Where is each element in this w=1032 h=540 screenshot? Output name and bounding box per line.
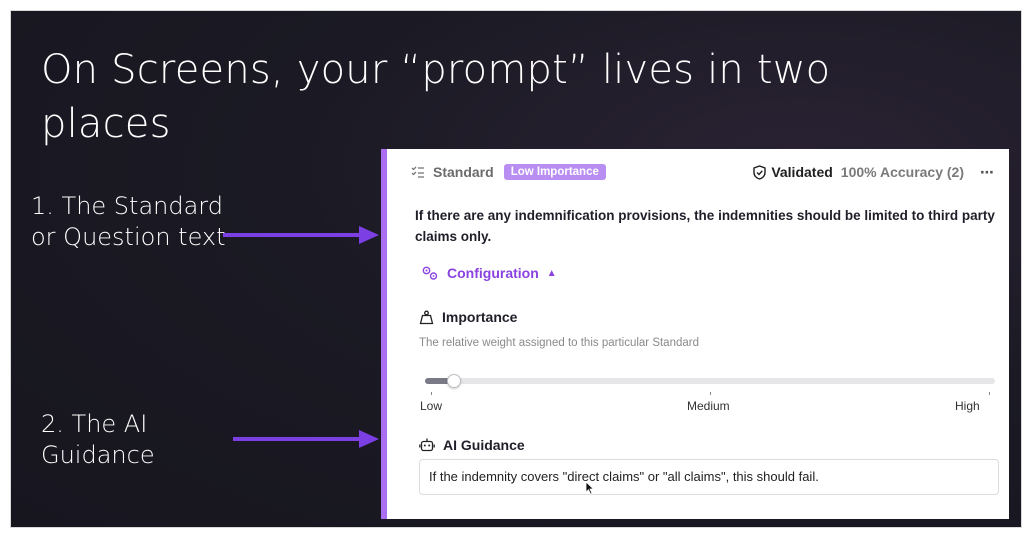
robot-icon	[419, 438, 435, 451]
annotation-ai-guidance: 2. The AI Guidance	[41, 410, 155, 469]
slider-label-high: High	[955, 399, 980, 413]
shield-check-icon	[753, 164, 767, 180]
slider-tick-low	[431, 392, 432, 395]
ai-guidance-heading: AI Guidance	[419, 437, 525, 453]
chevron-up-icon: ▲	[546, 267, 557, 279]
more-options-icon[interactable]: ⋯	[980, 164, 995, 181]
ai-guidance-input[interactable]: If the indemnity covers "direct claims" …	[419, 459, 999, 495]
slide: On Screens, your “prompt” lives in two p…	[10, 10, 1022, 528]
importance-slider-thumb[interactable]	[447, 374, 461, 388]
slide-title: On Screens, your “prompt” lives in two p…	[41, 47, 831, 147]
mouse-cursor-icon	[585, 481, 595, 495]
importance-slider[interactable]	[425, 374, 995, 388]
panel-header: Standard Low Importance Validated 100% A…	[411, 161, 995, 183]
standard-panel: Standard Low Importance Validated 100% A…	[381, 149, 1009, 519]
accuracy-label: 100% Accuracy (2)	[840, 164, 964, 180]
importance-heading: Importance	[419, 309, 517, 325]
arrow-right-icon	[233, 430, 379, 448]
slider-tick-medium	[710, 392, 711, 395]
ai-guidance-title: AI Guidance	[443, 437, 525, 453]
standard-label: Standard	[433, 164, 494, 180]
arrow-right-icon	[223, 226, 379, 244]
slider-tick-high	[989, 392, 990, 395]
validated-label: Validated	[771, 164, 833, 180]
configuration-toggle[interactable]: Configuration ▲	[421, 265, 557, 281]
annotation-standard-text: 1. The Standard or Question text	[31, 192, 226, 251]
importance-title: Importance	[442, 309, 518, 325]
importance-badge: Low Importance	[503, 164, 606, 180]
importance-description: The relative weight assigned to this par…	[419, 337, 699, 349]
configuration-label: Configuration	[447, 265, 539, 281]
slider-label-low: Low	[420, 399, 443, 413]
checklist-icon	[411, 166, 424, 178]
slider-label-medium: Medium	[687, 399, 730, 413]
gears-icon	[422, 266, 438, 280]
standard-question-text[interactable]: If there are any indemnification provisi…	[415, 205, 1000, 247]
weight-icon	[419, 310, 434, 324]
validation-status: Validated 100% Accuracy (2) ⋯	[753, 164, 995, 181]
